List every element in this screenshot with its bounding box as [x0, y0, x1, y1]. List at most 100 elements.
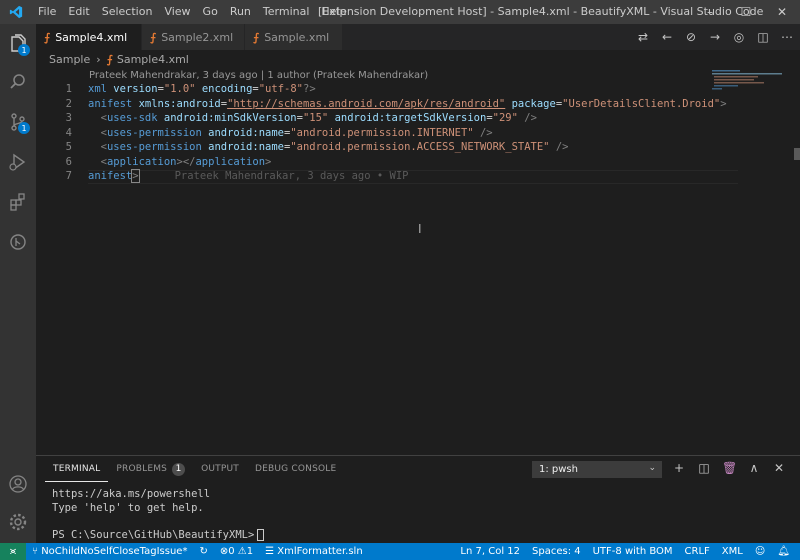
menu-go[interactable]: Go: [197, 0, 224, 24]
xml-file-icon: ⨍: [106, 52, 113, 66]
breadcrumb-file[interactable]: Sample4.xml: [117, 53, 189, 66]
code-line-3: <uses-sdk android:minSdkVersion="15" and…: [88, 112, 537, 124]
tab-sample2[interactable]: ⨍ Sample2.xml: [142, 24, 245, 50]
menu-bar: File Edit Selection View Go Run Terminal…: [32, 0, 352, 24]
notifications-bell-icon[interactable]: 🔔︎: [771, 546, 796, 557]
extensions-icon[interactable]: [0, 184, 36, 220]
text-cursor-icon: I: [418, 222, 422, 236]
line-number: 2: [65, 97, 72, 110]
panel-actions: + ◫ 🗑︎ ∧ ✕: [672, 461, 786, 475]
inline-blame: Prateek Mahendrakar, 3 days ago • WIP: [174, 170, 409, 182]
terminal-prompt-line: PS C:\Source\GitHub\BeautifyXML>: [52, 528, 265, 543]
git-graph-icon[interactable]: [0, 224, 36, 260]
line-number: 6: [65, 155, 72, 168]
code-line-7: anifest> Prateek Mahendrakar, 3 days ago …: [88, 169, 409, 183]
blame-codelens[interactable]: Prateek Mahendrakar, 3 days ago | 1 auth…: [89, 70, 428, 81]
maximize-panel-icon[interactable]: ∧: [747, 461, 761, 475]
line-number: 3: [65, 112, 72, 124]
minimap[interactable]: [710, 68, 788, 98]
breadcrumb-folder[interactable]: Sample: [49, 53, 90, 66]
error-icon: ⊗: [219, 546, 229, 557]
line-number: 5: [65, 141, 72, 153]
terminal-select[interactable]: 1: pwsh ⌄: [532, 461, 662, 478]
menu-terminal[interactable]: Terminal: [257, 0, 316, 24]
tab-label: Sample2.xml: [161, 30, 234, 44]
terminal-output[interactable]: https://aka.ms/powershell Type 'help' to …: [52, 488, 265, 543]
branch-item[interactable]: ⑂ NoChildNoSelfCloseTagIssue*: [26, 546, 193, 557]
cursor-position[interactable]: Ln 7, Col 12: [454, 546, 526, 557]
panel-header: TERMINAL PROBLEMS 1 OUTPUT DEBUG CONSOLE …: [36, 456, 800, 482]
explorer-badge: 1: [18, 44, 30, 56]
chevron-right-icon: ›: [96, 52, 101, 66]
breadcrumb: Sample › ⨍ Sample4.xml: [36, 50, 800, 68]
menu-selection[interactable]: Selection: [96, 0, 159, 24]
minimize-icon[interactable]: –: [692, 0, 728, 24]
terminal-cursor: [257, 528, 265, 541]
editor-scrollbar[interactable]: [788, 68, 800, 454]
split-editor-icon[interactable]: ◫: [756, 30, 770, 44]
run-debug-icon[interactable]: [0, 144, 36, 180]
git-branch-icon: ⑂: [32, 546, 42, 557]
tab-problems[interactable]: PROBLEMS 1: [108, 456, 193, 482]
tab-terminal[interactable]: TERMINAL: [45, 456, 109, 482]
xml-file-icon: ⨍: [150, 30, 157, 44]
code-line-6: <application></application>: [88, 155, 272, 168]
close-panel-icon[interactable]: ✕: [772, 461, 786, 475]
menu-view[interactable]: View: [158, 0, 196, 24]
go-back-icon[interactable]: ←: [660, 30, 674, 44]
chevron-down-icon: ⌄: [648, 463, 656, 473]
xml-file-icon: ⨍: [44, 30, 51, 44]
activity-bar: 1 1: [0, 24, 36, 543]
tab-debug-console[interactable]: DEBUG CONSOLE: [247, 456, 344, 482]
feedback-icon[interactable]: ☺: [749, 546, 771, 557]
terminal-line: Type 'help' to get help.: [52, 501, 204, 514]
explorer-icon[interactable]: 1: [0, 26, 36, 62]
tab-label: Sample4.xml: [55, 30, 128, 44]
go-forward-icon[interactable]: →: [708, 30, 722, 44]
sync-icon[interactable]: ↻: [193, 546, 213, 557]
tab-output[interactable]: OUTPUT: [193, 456, 247, 482]
source-control-icon[interactable]: 1: [0, 104, 36, 140]
code-line-4: <uses-permission android:name="android.p…: [88, 126, 493, 139]
solution-item[interactable]: ☰ XmlFormatter.sln: [259, 546, 369, 557]
indentation[interactable]: Spaces: 4: [526, 546, 587, 557]
scrollbar-thumb[interactable]: [794, 148, 800, 160]
status-right: Ln 7, Col 12 Spaces: 4 UTF-8 with BOM CR…: [454, 543, 796, 560]
new-terminal-icon[interactable]: +: [672, 461, 686, 475]
problems-status[interactable]: ⊗0 ⚠1: [214, 546, 259, 557]
tab-sample[interactable]: ⨍ Sample.xml: [245, 24, 343, 50]
code-line-1: xml version="1.0" encoding="utf-8"?>: [88, 83, 316, 95]
status-bar: ⪤ ⑂ NoChildNoSelfCloseTagIssue* ↻ ⊗0 ⚠1 …: [0, 543, 800, 560]
compare-changes-icon[interactable]: ⇄: [636, 30, 650, 44]
warning-icon: ⚠: [237, 546, 247, 557]
end-of-line[interactable]: CRLF: [679, 546, 716, 557]
trash-icon[interactable]: 🗑︎: [722, 461, 737, 475]
menu-file[interactable]: File: [32, 0, 62, 24]
code-line-5: <uses-permission android:name="android.p…: [88, 141, 569, 153]
language-mode[interactable]: XML: [716, 546, 749, 557]
editor-actions: ⇄ ← ⊘ → ◎ ◫ ⋯: [636, 24, 794, 50]
code-line-2: anifest xmlns:android="http://schemas.an…: [88, 97, 727, 110]
terminal-line: https://aka.ms/powershell: [52, 488, 211, 500]
solution-icon: ☰: [265, 546, 278, 557]
remote-icon[interactable]: ⪤: [0, 543, 26, 560]
menu-edit[interactable]: Edit: [62, 0, 95, 24]
vscode-logo-icon: [0, 0, 32, 24]
code-editor[interactable]: Prateek Mahendrakar, 3 days ago | 1 auth…: [36, 68, 800, 454]
settings-gear-icon[interactable]: [0, 504, 36, 540]
line-number: 4: [65, 126, 72, 139]
close-window-icon[interactable]: ✕: [764, 0, 800, 24]
search-icon[interactable]: [0, 64, 36, 100]
split-terminal-icon[interactable]: ◫: [697, 461, 711, 475]
account-icon[interactable]: [0, 466, 36, 502]
encoding[interactable]: UTF-8 with BOM: [587, 546, 679, 557]
problems-count-badge: 1: [172, 462, 186, 476]
tab-sample4[interactable]: ⨍ Sample4.xml ✕: [36, 24, 155, 50]
toggle-blame-icon[interactable]: ◎: [732, 30, 746, 44]
title-bar: File Edit Selection View Go Run Terminal…: [0, 0, 800, 24]
line-number: 1: [65, 83, 72, 95]
more-actions-icon[interactable]: ⋯: [780, 30, 794, 44]
git-commit-icon[interactable]: ⊘: [684, 30, 698, 44]
menu-run[interactable]: Run: [224, 0, 257, 24]
maximize-icon[interactable]: ☐: [728, 0, 764, 24]
